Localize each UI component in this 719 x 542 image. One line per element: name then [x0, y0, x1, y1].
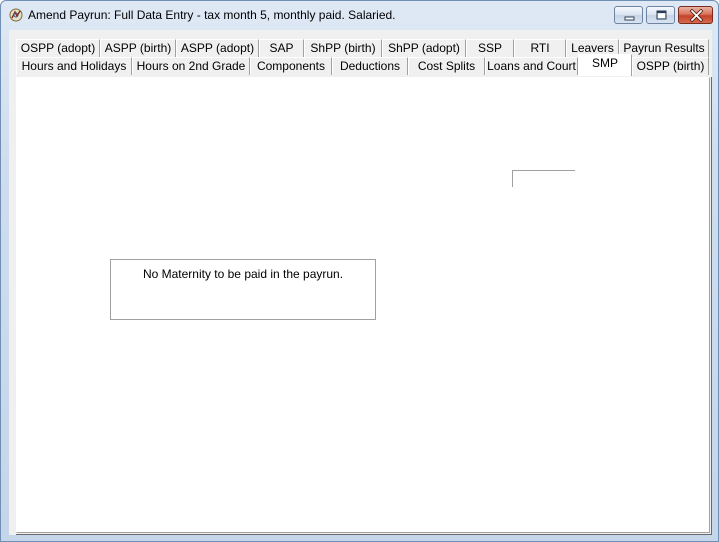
tab-cost-splits[interactable]: Cost Splits: [408, 57, 485, 75]
tab-aspp-adopt[interactable]: ASPP (adopt): [176, 39, 259, 57]
tab-ssp[interactable]: SSP: [466, 39, 514, 57]
restore-icon: [656, 10, 667, 20]
tab-aspp-birth[interactable]: ASPP (birth): [100, 39, 176, 57]
tab-hours-and-holidays[interactable]: Hours and Holidays: [16, 57, 132, 75]
tab-hours-on-2nd-grade[interactable]: Hours on 2nd Grade: [132, 57, 250, 75]
tab-ospp-birth[interactable]: OSPP (birth): [632, 57, 709, 75]
tab-shpp-adopt[interactable]: ShPP (adopt): [382, 39, 466, 57]
title-bar[interactable]: Amend Payrun: Full Data Entry - tax mont…: [1, 1, 718, 30]
minimize-button[interactable]: [614, 6, 643, 24]
payroll-app-icon[interactable]: [8, 7, 24, 23]
tab-deductions[interactable]: Deductions: [332, 57, 408, 75]
smp-message-box: No Maternity to be paid in the payrun.: [110, 259, 376, 320]
tab-sap[interactable]: SAP: [259, 39, 304, 57]
smp-tab-page: No Maternity to be paid in the payrun.: [16, 77, 710, 533]
close-icon: [689, 8, 704, 23]
tab-row-front: Hours and Holidays Hours on 2nd Grade Co…: [16, 54, 710, 76]
tab-loans-and-court[interactable]: Loans and Court: [485, 57, 578, 75]
restore-button[interactable]: [646, 6, 675, 24]
tab-smp[interactable]: SMP: [578, 54, 632, 76]
minimize-icon: [624, 16, 635, 21]
tab-payrun-results[interactable]: Payrun Results: [619, 39, 709, 57]
tab-ospp-adopt[interactable]: OSPP (adopt): [16, 39, 100, 57]
no-maternity-message: No Maternity to be paid in the payrun.: [142, 267, 344, 281]
window-title: Amend Payrun: Full Data Entry - tax mont…: [28, 8, 396, 22]
tab-components[interactable]: Components: [250, 57, 332, 75]
payrun-window: Amend Payrun: Full Data Entry - tax mont…: [0, 0, 719, 542]
dialog-client-area: OSPP (adopt) ASPP (birth) ASPP (adopt) S…: [9, 30, 712, 535]
tab-shpp-birth[interactable]: ShPP (birth): [304, 39, 382, 57]
tab-rti[interactable]: RTI: [514, 39, 566, 57]
empty-groupbox-corner: [512, 170, 575, 187]
close-button[interactable]: [678, 6, 713, 24]
